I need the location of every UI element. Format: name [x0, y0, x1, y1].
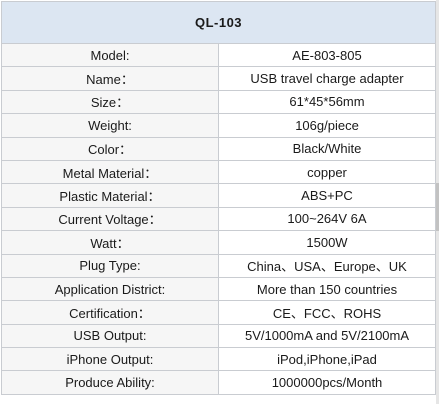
- value-current-voltage: 100~264V 6A: [218, 206, 436, 232]
- label-metal-material: Metal Material：: [1, 159, 219, 185]
- table-row-name: Name： USB travel charge adapter: [1, 66, 436, 91]
- table-row-application-district: Application District: More than 150 coun…: [1, 276, 436, 302]
- value-model: AE-803-805: [218, 42, 436, 68]
- value-application-district: More than 150 countries: [218, 276, 436, 302]
- label-plug-type: Plug Type:: [1, 253, 219, 278]
- table-row-certification: Certification： CE、FCC、ROHS: [1, 300, 436, 325]
- value-watt: 1500W: [218, 230, 436, 255]
- product-title: QL-103: [1, 1, 436, 44]
- label-current-voltage: Current Voltage：: [1, 206, 219, 232]
- table-row-usb-output: USB Output: 5V/1000mA and 5V/2100mA: [1, 323, 436, 349]
- table-row-iphone-output: iPhone Output: iPod,iPhone,iPad: [1, 347, 436, 372]
- label-watt: Watt：: [1, 230, 219, 255]
- title-row: QL-103: [1, 1, 436, 44]
- label-usb-output: USB Output:: [1, 323, 219, 349]
- label-model: Model:: [1, 42, 219, 68]
- label-produce-ability: Produce Ability:: [1, 370, 219, 395]
- spec-table: QL-103 Model: AE-803-805 Name： USB trave…: [1, 1, 436, 395]
- value-color: Black/White: [218, 136, 436, 161]
- table-row-weight: Weight: 106g/piece: [1, 113, 436, 138]
- value-certification: CE、FCC、ROHS: [218, 300, 436, 325]
- table-row-watt: Watt： 1500W: [1, 230, 436, 255]
- table-row-model: Model: AE-803-805: [1, 42, 436, 68]
- value-plug-type: China、USA、Europe、UK: [218, 253, 436, 278]
- label-application-district: Application District:: [1, 276, 219, 302]
- table-row-color: Color： Black/White: [1, 136, 436, 161]
- value-usb-output: 5V/1000mA and 5V/2100mA: [218, 323, 436, 349]
- label-iphone-output: iPhone Output:: [1, 347, 219, 372]
- label-name: Name：: [1, 66, 219, 91]
- table-row-plastic-material: Plastic Material： ABS+PC: [1, 183, 436, 208]
- value-produce-ability: 1000000pcs/Month: [218, 370, 436, 395]
- value-plastic-material: ABS+PC: [218, 183, 436, 208]
- table-row-produce-ability: Produce Ability: 1000000pcs/Month: [1, 370, 436, 395]
- value-metal-material: copper: [218, 159, 436, 185]
- label-color: Color：: [1, 136, 219, 161]
- table-row-metal-material: Metal Material： copper: [1, 159, 436, 185]
- value-iphone-output: iPod,iPhone,iPad: [218, 347, 436, 372]
- value-size: 61*45*56mm: [218, 89, 436, 115]
- value-name: USB travel charge adapter: [218, 66, 436, 91]
- label-weight: Weight:: [1, 113, 219, 138]
- label-certification: Certification：: [1, 300, 219, 325]
- table-row-size: Size： 61*45*56mm: [1, 89, 436, 115]
- label-plastic-material: Plastic Material：: [1, 183, 219, 208]
- value-weight: 106g/piece: [218, 113, 436, 138]
- label-size: Size：: [1, 89, 219, 115]
- table-row-plug-type: Plug Type: China、USA、Europe、UK: [1, 253, 436, 278]
- table-row-current-voltage: Current Voltage： 100~264V 6A: [1, 206, 436, 232]
